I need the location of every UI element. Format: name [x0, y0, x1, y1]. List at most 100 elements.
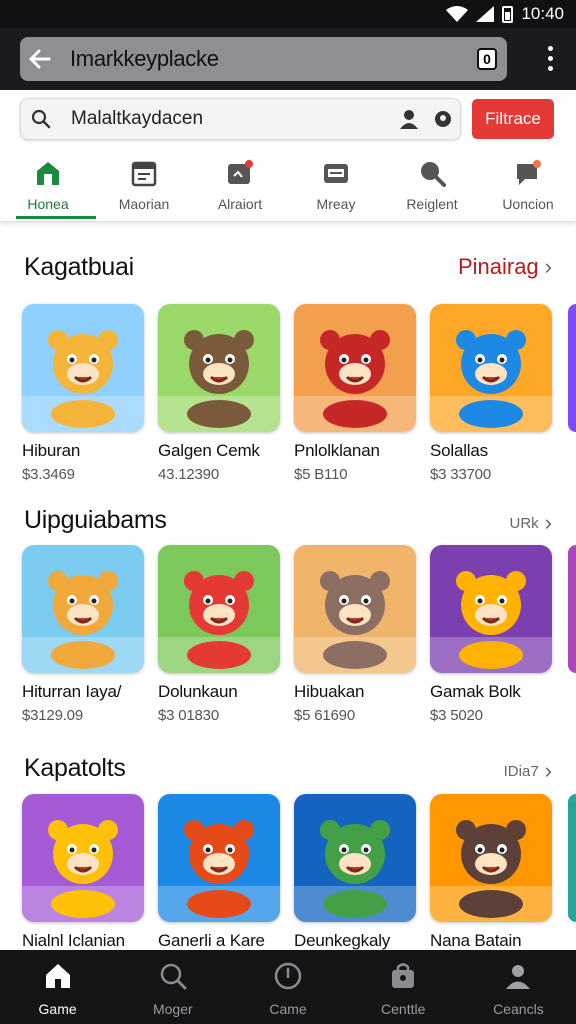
tab-reiglent[interactable]: Reiglent	[384, 152, 480, 221]
app-row: Hiturran Iaya/ $3129.09 Dolunkaun $3 01830 H…	[22, 545, 552, 724]
app-thumbnail[interactable]	[158, 545, 280, 673]
section-title: Kapatolts	[24, 754, 126, 782]
section-more-link[interactable]: Pinairag ›	[458, 254, 552, 280]
section-more-link[interactable]: URk ›	[510, 510, 553, 536]
app-price: 43.12390	[158, 466, 219, 483]
character-illustration	[430, 545, 552, 673]
app-price: $3 33700	[430, 466, 491, 483]
app-thumbnail[interactable]	[158, 794, 280, 922]
character-illustration	[158, 545, 280, 673]
search-input[interactable]: Malaltkaydacen	[20, 98, 461, 140]
battery-icon	[502, 5, 514, 23]
tab-uoncion[interactable]: Uoncion	[480, 152, 576, 221]
partial-app-thumbnail[interactable]	[568, 304, 576, 432]
app-name: Solallas	[430, 441, 488, 460]
app-card[interactable]: Hibuakan $5 61690	[294, 545, 416, 724]
bottom-nav-label: Came	[269, 1001, 307, 1017]
app-card[interactable]: Deunkegkaly	[294, 794, 416, 973]
app-card[interactable]: Dolunkaun $3 01830	[158, 545, 280, 724]
microphone-icon[interactable]	[426, 109, 460, 129]
search-icon	[21, 109, 61, 129]
search-value[interactable]: Malaltkaydacen	[71, 108, 392, 130]
app-thumbnail[interactable]	[22, 794, 144, 922]
app-name: Deunkegkaly	[294, 931, 391, 950]
category-tabs: Honea Maorian Alraiort Mreay Reiglent Uo…	[0, 152, 576, 222]
character-illustration	[294, 794, 416, 922]
tab-maorian[interactable]: Maorian	[96, 152, 192, 221]
address-bar[interactable]: Imarkkeyplacke 0	[20, 37, 507, 81]
app-card[interactable]: Nialnl Iclanian$3 Yale	[22, 794, 144, 973]
app-row: Nialnl Iclanian$3 Yale Ganerli a Kare Deun…	[22, 794, 552, 973]
app-card[interactable]: Galgen Cemk 43.12390	[158, 304, 280, 483]
app-thumbnail[interactable]	[430, 794, 552, 922]
search-row: Malaltkaydacen Filtrace	[0, 98, 576, 142]
app-thumbnail[interactable]	[22, 304, 144, 432]
app-thumbnail[interactable]	[22, 545, 144, 673]
profile-icon[interactable]	[392, 109, 426, 129]
tab-label: Alraiort	[217, 196, 263, 212]
bottom-nav-label: Centtle	[381, 1001, 426, 1017]
bottom-nav-came[interactable]: Came	[230, 950, 345, 1024]
app-name: Hiburan	[22, 441, 81, 460]
bottom-nav-centtle[interactable]: Centtle	[346, 950, 461, 1024]
search-icon	[157, 960, 189, 992]
app-card[interactable]: Pnlolklanan $5 B110	[294, 304, 416, 483]
tab-home[interactable]: Honea	[0, 152, 96, 221]
app-price: $5 B110	[294, 466, 348, 483]
partial-app-thumbnail[interactable]	[568, 794, 576, 922]
section-title: Kagatbuai	[24, 253, 134, 281]
app-name: Hiturran Iaya/	[22, 682, 122, 701]
bottom-nav-label: Ceancls	[493, 1001, 544, 1017]
app-price: $3.3469	[22, 466, 75, 483]
partial-app-thumbnail[interactable]	[568, 545, 576, 673]
app-price: $3 5020	[430, 707, 483, 724]
app-name: Dolunkaun	[158, 682, 238, 701]
app-name: Nana Batain	[430, 931, 522, 950]
app-card[interactable]: Hiturran Iaya/ $3129.09	[22, 545, 144, 724]
back-arrow-icon[interactable]	[20, 37, 60, 81]
tab-alraiort[interactable]: Alraiort	[192, 152, 288, 221]
section-more-label: URk	[509, 514, 539, 532]
app-thumbnail[interactable]	[294, 304, 416, 432]
character-illustration	[158, 794, 280, 922]
app-card[interactable]: Hiburan $3.3469	[22, 304, 144, 483]
notification-icon	[225, 158, 255, 188]
status-time: 10:40	[521, 4, 564, 23]
app-card[interactable]: Nana Batain	[430, 794, 552, 973]
app-name: Nialnl Iclanian	[22, 931, 125, 950]
app-thumbnail[interactable]	[294, 545, 416, 673]
app-thumbnail[interactable]	[430, 545, 552, 673]
status-bar: 10:40	[0, 0, 576, 28]
app-thumbnail[interactable]	[294, 794, 416, 922]
tab-label: Maorian	[118, 196, 170, 212]
app-bar: Imarkkeyplacke 0	[0, 28, 576, 90]
chevron-right-icon: ›	[544, 510, 552, 535]
tabs-count-button[interactable]: 0	[477, 48, 497, 70]
section-more-link[interactable]: IDia7 ›	[504, 758, 552, 784]
tab-label: Reiglent	[406, 196, 458, 212]
bottom-nav-ceancls[interactable]: Ceancls	[461, 950, 576, 1024]
app-row: Hiburan $3.3469 Galgen Cemk 43.12390 Pnlolkl…	[22, 304, 552, 483]
bottom-nav-label: Game	[38, 1001, 77, 1017]
app-name: Pnlolklanan	[294, 441, 380, 460]
address-text[interactable]: Imarkkeyplacke	[70, 46, 477, 72]
app-card[interactable]: Solallas $3 33700	[430, 304, 552, 483]
tab-label: Mreay	[316, 196, 356, 212]
home-icon	[42, 960, 74, 992]
app-thumbnail[interactable]	[430, 304, 552, 432]
section-more-label: Pinairag	[457, 254, 539, 279]
app-card[interactable]: Ganerli a Kare	[158, 794, 280, 973]
app-thumbnail[interactable]	[158, 304, 280, 432]
bottom-nav-moger[interactable]: Moger	[115, 950, 230, 1024]
filter-button[interactable]: Filtrace	[472, 99, 554, 139]
app-card[interactable]: Gamak Bolk $3 5020	[430, 545, 552, 724]
section-more-label: IDia7	[503, 762, 539, 780]
ticket-icon	[321, 158, 351, 188]
home-icon	[33, 158, 63, 188]
more-options-icon[interactable]	[546, 46, 554, 71]
app-price: $5 61690	[294, 707, 355, 724]
bottom-nav-game[interactable]: Game	[0, 950, 115, 1024]
character-illustration	[294, 304, 416, 432]
bottom-navigation: Game Moger Came Centtle Ceancls	[0, 950, 576, 1024]
tab-mreay[interactable]: Mreay	[288, 152, 384, 221]
